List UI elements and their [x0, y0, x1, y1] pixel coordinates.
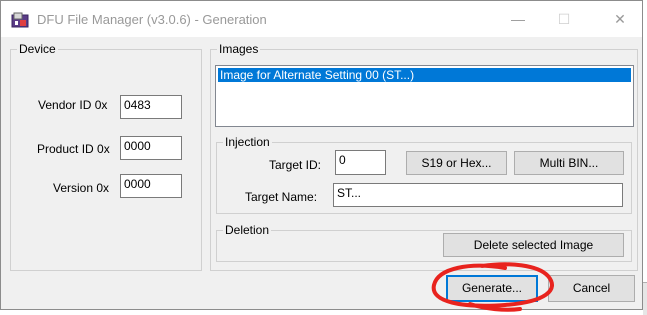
maximize-button[interactable]: ☐ — [541, 1, 587, 37]
images-group-label: Images — [217, 42, 261, 56]
vendor-id-label: Vendor ID 0x — [38, 98, 108, 112]
version-label: Version 0x — [53, 181, 110, 195]
images-listbox[interactable]: Image for Alternate Setting 00 (ST...) — [215, 65, 634, 127]
generate-button[interactable]: Generate... — [446, 275, 538, 302]
target-name-label: Target Name: — [245, 190, 318, 204]
version-field[interactable]: 0000 — [120, 174, 182, 198]
minimize-button[interactable]: — — [495, 1, 541, 37]
dfu-app-icon — [11, 12, 29, 28]
product-id-field[interactable]: 0000 — [120, 136, 182, 160]
device-group-label: Device — [17, 42, 58, 56]
multi-bin-button[interactable]: Multi BIN... — [514, 151, 624, 175]
product-id-label: Product ID 0x — [37, 142, 110, 156]
vendor-id-field[interactable]: 0483 — [120, 95, 182, 119]
target-name-field[interactable]: ST... — [333, 183, 623, 207]
background-window-edge — [643, 282, 647, 315]
window-title: DFU File Manager (v3.0.6) - Generation — [37, 12, 267, 27]
target-id-label: Target ID: — [269, 158, 322, 172]
device-group: Device — [10, 42, 202, 271]
cancel-button[interactable]: Cancel — [548, 275, 635, 302]
dfu-generation-window: DFU File Manager (v3.0.6) - Generation —… — [0, 0, 643, 310]
injection-group-label: Injection — [223, 135, 272, 149]
image-list-item[interactable]: Image for Alternate Setting 00 (ST...) — [218, 68, 631, 82]
deletion-group-label: Deletion — [223, 223, 272, 237]
close-button[interactable]: ✕ — [597, 1, 643, 37]
target-id-field[interactable]: 0 — [335, 150, 386, 175]
title-bar[interactable]: DFU File Manager (v3.0.6) - Generation —… — [1, 1, 642, 37]
delete-selected-image-button[interactable]: Delete selected Image — [443, 233, 624, 257]
s19-or-hex-button[interactable]: S19 or Hex... — [406, 151, 507, 175]
